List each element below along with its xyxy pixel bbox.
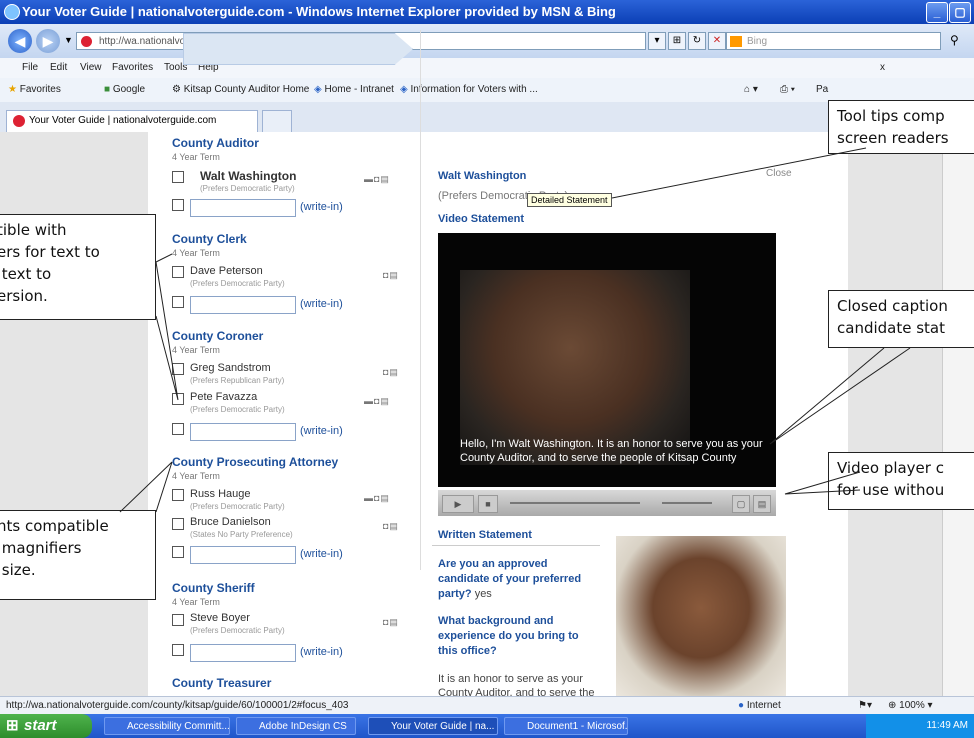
status-bar: http://wa.nationalvoterguide.com/county/… [0, 696, 974, 715]
taskbar: ⊞ start Accessibility Committ... Adobe In… [0, 714, 974, 738]
protected-mode-icon[interactable]: ⚑▾ [858, 700, 872, 711]
task-indesign[interactable]: Adobe InDesign CS [236, 717, 356, 735]
callout-pointers [119, 147, 911, 513]
system-tray: 11:49 AM [866, 714, 974, 738]
globe-icon: ● [738, 700, 745, 711]
clock: 11:49 AM [926, 720, 968, 731]
zoom-control[interactable]: ⊕ 100% ▾ [888, 700, 933, 711]
zoom-level: 100% [899, 700, 925, 711]
start-button[interactable]: ⊞ start [0, 714, 92, 738]
status-url: http://wa.nationalvoterguide.com/county/… [6, 700, 349, 711]
task-accessibility[interactable]: Accessibility Committ... [104, 717, 230, 735]
task-document1[interactable]: Document1 - Microsof... [504, 717, 628, 735]
task-voter-guide[interactable]: Your Voter Guide | na... [368, 717, 498, 735]
zone-indicator: ● Internet [738, 700, 781, 711]
start-label: start [24, 717, 57, 734]
zoom-icon: ⊕ [888, 700, 897, 711]
windows-logo-icon: ⊞ [6, 717, 19, 734]
